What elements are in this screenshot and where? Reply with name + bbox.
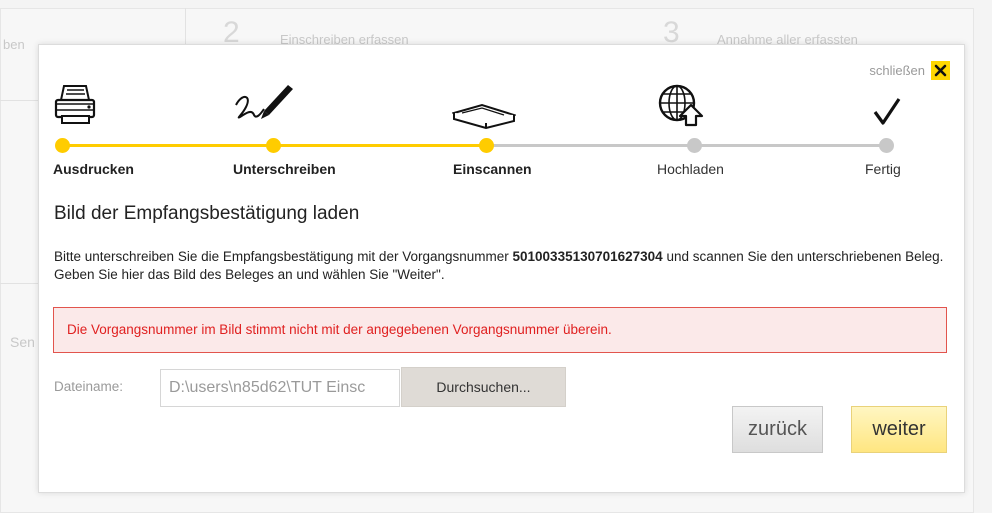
step-dot-hochladen [687, 138, 702, 153]
background-divider [0, 100, 38, 101]
next-button[interactable]: weiter [851, 406, 947, 453]
step-dot-unterschreiben [266, 138, 281, 153]
step-label-unterschreiben: Unterschreiben [233, 161, 336, 177]
checkmark-icon [873, 98, 901, 125]
progress-track-pending [486, 144, 886, 147]
error-message-box: Die Vorgangsnummer im Bild stimmt nicht … [53, 307, 947, 353]
step-label-ausdrucken: Ausdrucken [53, 161, 134, 177]
pen-signature-icon [235, 85, 293, 119]
instructions-text: Bitte unterschreiben Sie die Empfangsbes… [54, 248, 949, 284]
step-dot-fertig [879, 138, 894, 153]
step-label-fertig: Fertig [865, 161, 901, 177]
background-divider [185, 8, 186, 48]
file-name-label: Dateiname: [54, 379, 124, 394]
reference-number: 50100335130701627304 [512, 249, 663, 264]
printer-icon [54, 85, 96, 124]
step-dot-einscannen [479, 138, 494, 153]
background-label: Sen [10, 334, 35, 350]
step-dot-ausdrucken [55, 138, 70, 153]
globe-upload-icon [658, 84, 704, 127]
step-label-einscannen: Einscannen [453, 161, 532, 177]
error-message: Die Vorgangsnummer im Bild stimmt nicht … [67, 322, 612, 337]
browse-button[interactable]: Durchsuchen... [401, 367, 566, 407]
file-path-input[interactable] [160, 369, 400, 407]
progress-steps: Ausdrucken Unterschreiben Einscannen Hoc… [39, 45, 964, 195]
scanner-icon [452, 103, 516, 129]
back-button[interactable]: zurück [732, 406, 823, 453]
dialog-title: Bild der Empfangsbestätigung laden [54, 203, 360, 224]
instructions-text-start: Bitte unterschreiben Sie die Empfangsbes… [54, 249, 513, 264]
upload-dialog: schließen Ausdrucken Unterschreiben Eins… [38, 44, 965, 493]
step-label-hochladen: Hochladen [657, 161, 724, 177]
background-divider [0, 283, 38, 284]
background-label: ben [3, 37, 25, 52]
